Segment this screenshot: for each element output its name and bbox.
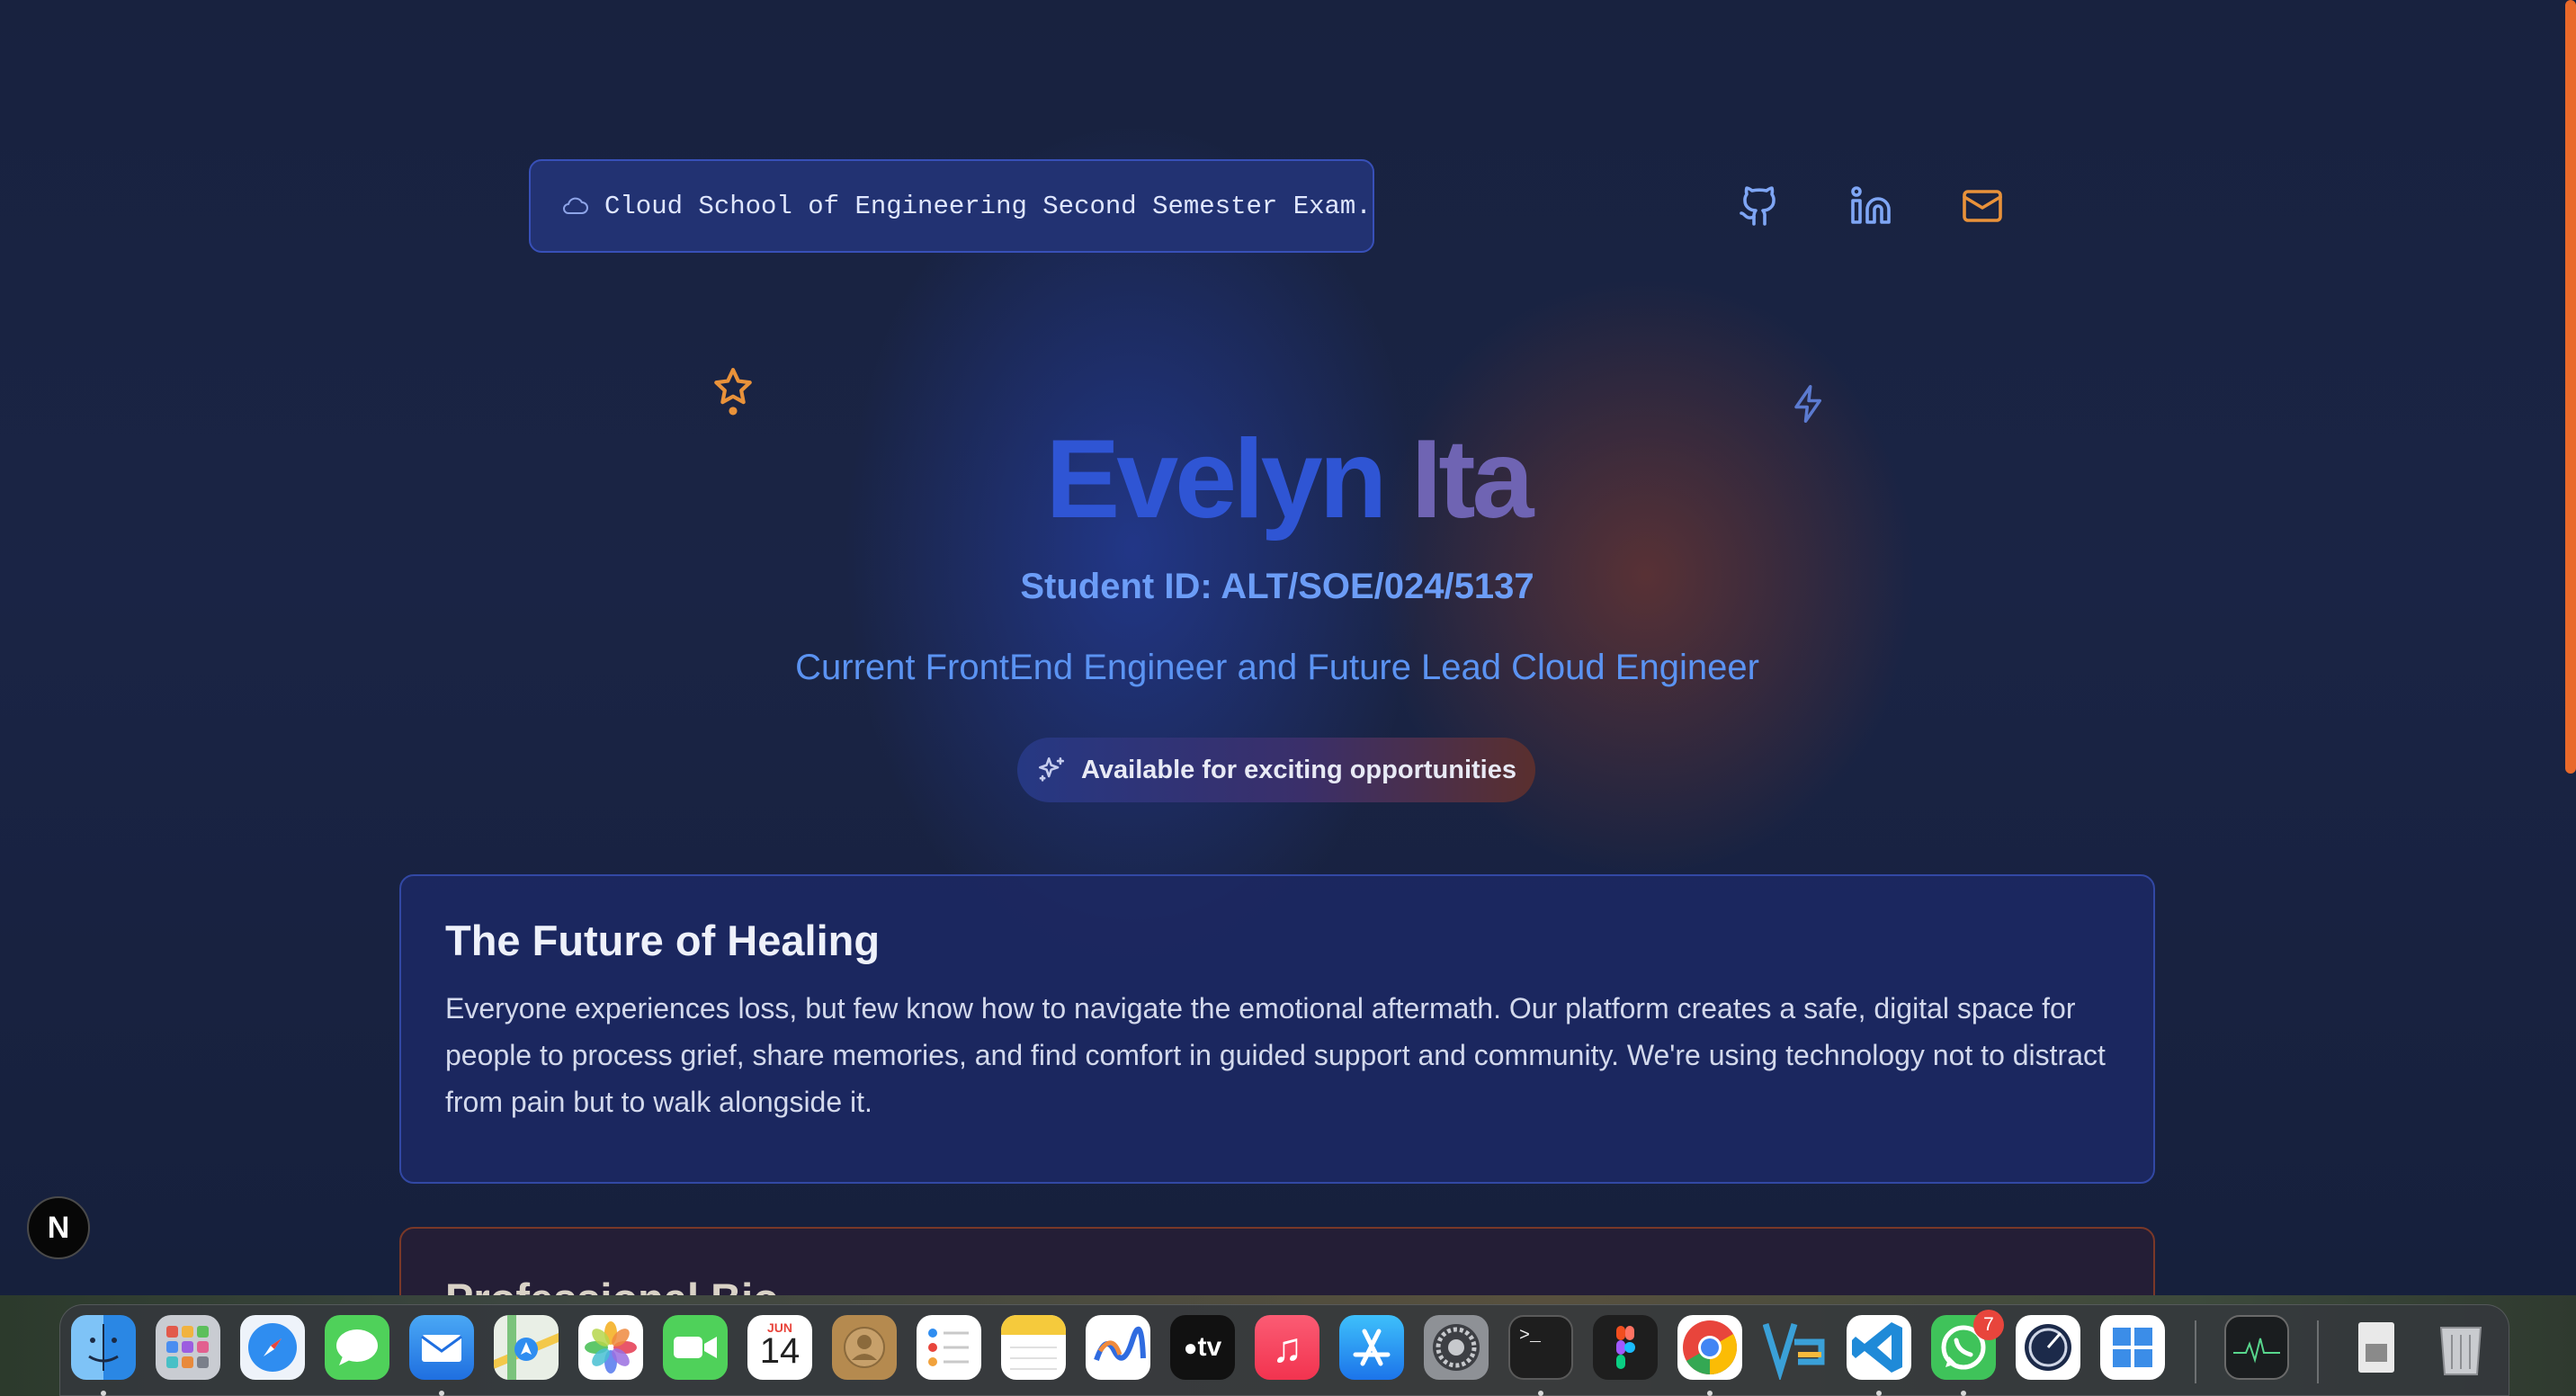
running-indicator bbox=[1707, 1391, 1713, 1396]
whatsapp-notification-badge: 7 bbox=[1973, 1310, 2004, 1340]
running-indicator bbox=[1876, 1391, 1882, 1396]
app-store-icon[interactable] bbox=[1339, 1315, 1404, 1380]
dock-separator bbox=[2195, 1320, 2196, 1383]
freeform-icon[interactable] bbox=[1086, 1315, 1150, 1380]
calendar-icon[interactable]: JUN 14 bbox=[747, 1315, 812, 1380]
running-indicator bbox=[1961, 1391, 1966, 1396]
vision-card-title: The Future of Healing bbox=[445, 917, 881, 964]
calendar-day: 14 bbox=[759, 1331, 801, 1371]
tv-label: tv bbox=[1197, 1332, 1222, 1362]
first-name: Evelyn bbox=[1045, 417, 1388, 541]
mail-app-icon[interactable] bbox=[409, 1315, 474, 1380]
role-tagline: Current FrontEnd Engineer and Future Lea… bbox=[795, 648, 1759, 687]
facetime-icon[interactable] bbox=[663, 1315, 728, 1380]
vision-card: The Future of Healing Everyone experienc… bbox=[399, 874, 2155, 1184]
mail-icon[interactable] bbox=[1961, 184, 2004, 228]
running-indicator bbox=[101, 1391, 106, 1396]
tableau-icon[interactable] bbox=[1762, 1315, 1827, 1380]
cloud-icon bbox=[563, 197, 588, 214]
scrollbar-thumb[interactable] bbox=[2565, 0, 2576, 774]
availability-text: Available for exciting opportunities bbox=[1081, 755, 1516, 784]
sparkle-star-icon bbox=[714, 368, 752, 416]
music-icon[interactable]: ♫ bbox=[1255, 1315, 1319, 1380]
downloads-icon[interactable] bbox=[2344, 1315, 2409, 1380]
availability-badge: Available for exciting opportunities bbox=[1017, 738, 1535, 802]
running-indicator bbox=[1538, 1391, 1543, 1396]
exam-badge: Cloud School of Engineering Second Semes… bbox=[529, 159, 1374, 253]
system-settings-icon[interactable] bbox=[1424, 1315, 1489, 1380]
windows-app-icon[interactable] bbox=[2100, 1315, 2165, 1380]
last-name: Ita bbox=[1410, 417, 1534, 541]
reminders-icon[interactable] bbox=[917, 1315, 981, 1380]
bio-card: Professional Bio bbox=[399, 1227, 2155, 1295]
trash-icon[interactable] bbox=[2428, 1315, 2493, 1380]
hero-name: Evelyn Ita bbox=[0, 416, 2576, 543]
finder-icon[interactable] bbox=[71, 1315, 136, 1380]
linkedin-icon[interactable] bbox=[1849, 184, 1892, 228]
safari-icon[interactable] bbox=[240, 1315, 305, 1380]
nextjs-dev-badge[interactable]: N bbox=[27, 1196, 90, 1259]
bio-card-title: Professional Bio bbox=[445, 1274, 2110, 1295]
contacts-icon[interactable] bbox=[832, 1315, 897, 1380]
notes-icon[interactable] bbox=[1001, 1315, 1066, 1380]
maps-icon[interactable] bbox=[494, 1315, 559, 1380]
chrome-icon[interactable] bbox=[1677, 1315, 1742, 1380]
launchpad-icon[interactable] bbox=[156, 1315, 220, 1380]
messages-icon[interactable] bbox=[325, 1315, 389, 1380]
sparkles-icon bbox=[1039, 756, 1065, 782]
vscode-icon[interactable] bbox=[1847, 1315, 1911, 1380]
figma-icon[interactable] bbox=[1593, 1315, 1658, 1380]
disk-utility-icon[interactable] bbox=[2016, 1315, 2080, 1380]
dock-separator bbox=[2317, 1320, 2319, 1383]
photos-icon[interactable] bbox=[578, 1315, 643, 1380]
apple-tv-icon[interactable]: ● tv bbox=[1170, 1315, 1235, 1380]
vision-card-body: Everyone experiences loss, but few know … bbox=[445, 992, 2106, 1118]
github-icon[interactable] bbox=[1738, 184, 1781, 228]
portfolio-page: Cloud School of Engineering Second Semes… bbox=[0, 0, 2576, 1295]
activity-monitor-icon[interactable] bbox=[2224, 1315, 2289, 1380]
terminal-icon[interactable]: >_ bbox=[1508, 1315, 1573, 1380]
exam-badge-text: Cloud School of Engineering Second Semes… bbox=[604, 191, 1372, 221]
running-indicator bbox=[439, 1391, 444, 1396]
student-id: Student ID: ALT/SOE/024/5137 bbox=[1020, 567, 1534, 606]
